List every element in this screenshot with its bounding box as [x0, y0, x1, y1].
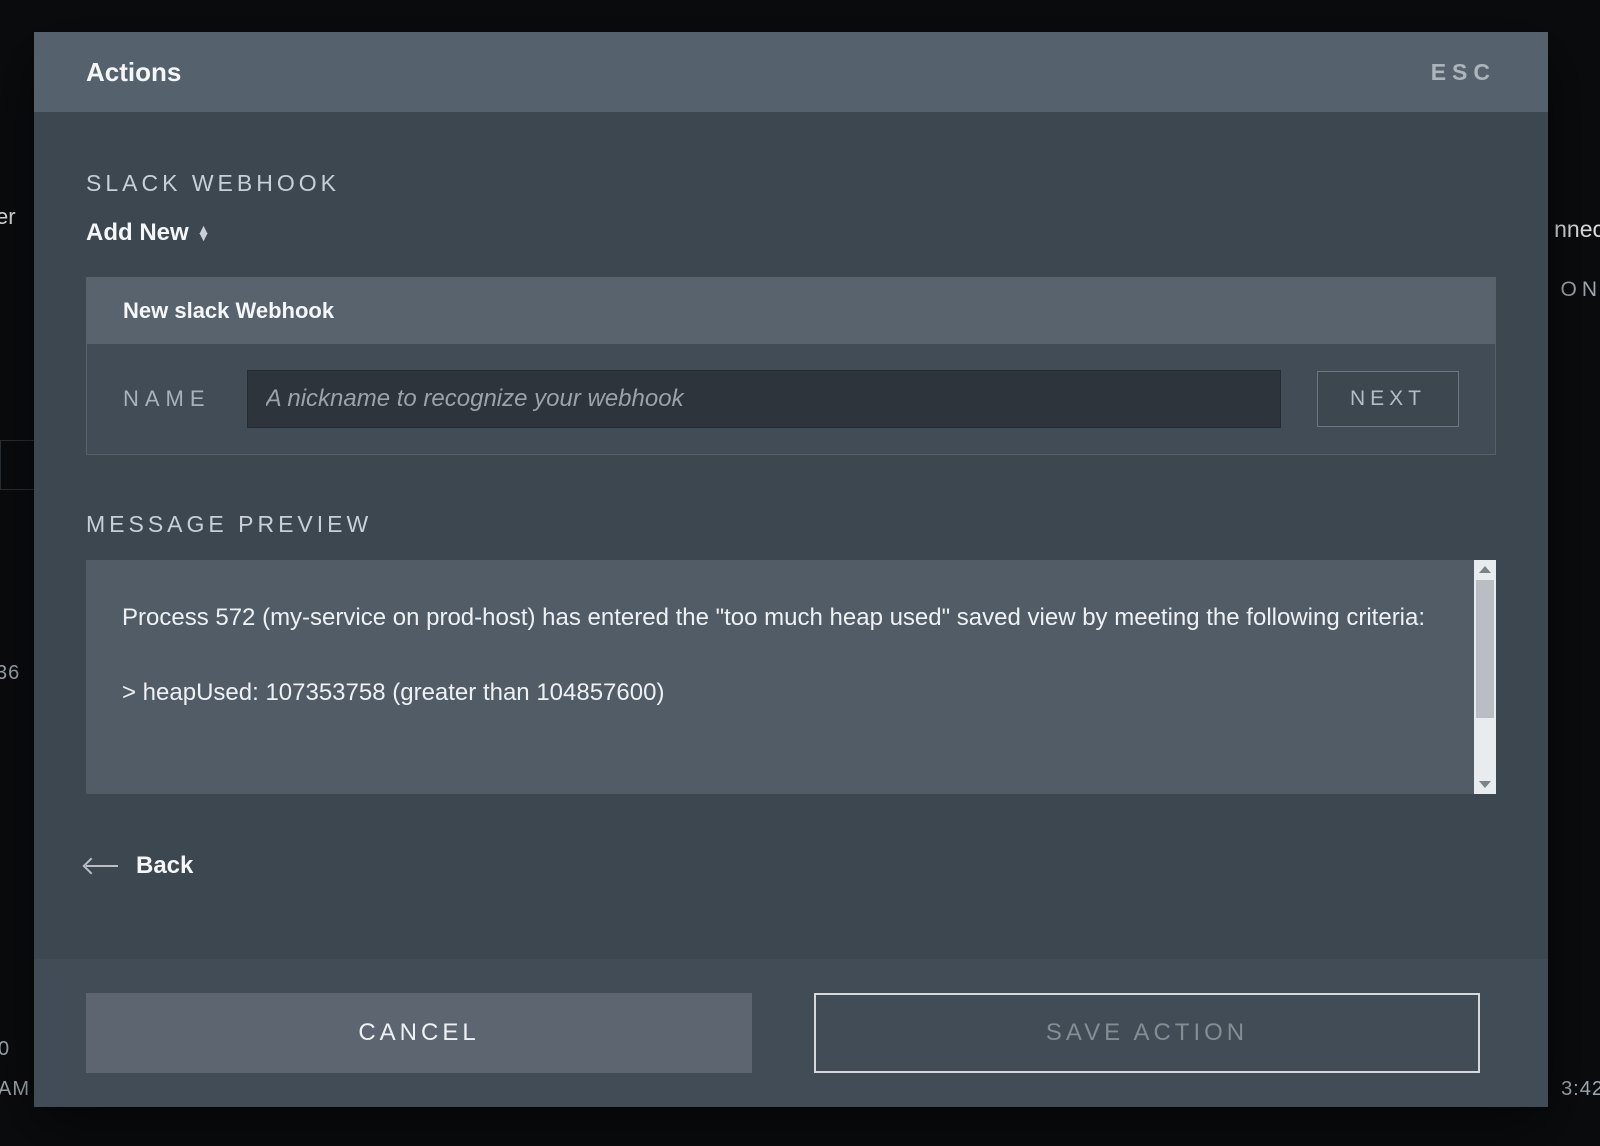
message-preview-box: Process 572 (my-service on prod-host) ha…: [86, 560, 1496, 794]
back-label: Back: [136, 852, 193, 880]
bg-time-fragment: AM: [0, 1078, 30, 1101]
next-button[interactable]: NEXT: [1317, 371, 1459, 427]
back-button[interactable]: Back: [86, 852, 1496, 880]
bg-number: 0: [0, 1038, 10, 1061]
modal-title: Actions: [86, 57, 181, 88]
actions-modal: Actions ESC SLACK WEBHOOK Add New ▲▼ New…: [34, 32, 1548, 1107]
close-esc-button[interactable]: ESC: [1431, 59, 1496, 86]
scroll-thumb[interactable]: [1476, 580, 1494, 718]
modal-body: SLACK WEBHOOK Add New ▲▼ New slack Webho…: [34, 112, 1548, 959]
bg-number: 36: [0, 662, 20, 685]
add-new-dropdown[interactable]: Add New ▲▼: [86, 219, 1496, 247]
name-field-label: NAME: [123, 386, 211, 412]
slack-webhook-label: SLACK WEBHOOK: [86, 170, 1496, 197]
scroll-up-icon[interactable]: [1479, 566, 1491, 573]
bg-box: [0, 440, 38, 490]
sort-icon: ▲▼: [197, 226, 211, 239]
webhook-name-input[interactable]: [247, 370, 1281, 428]
cancel-button[interactable]: CANCEL: [86, 993, 752, 1073]
bg-time-fragment: 3:42: [1561, 1078, 1600, 1101]
add-new-label: Add New: [86, 219, 189, 247]
new-webhook-card-body: NAME NEXT: [87, 344, 1495, 454]
preview-line: > heapUsed: 107353758 (greater than 1048…: [122, 671, 1460, 714]
message-preview-label: MESSAGE PREVIEW: [86, 511, 1496, 538]
new-webhook-card: New slack Webhook NAME NEXT: [86, 277, 1496, 455]
save-action-button[interactable]: SAVE ACTION: [814, 993, 1480, 1073]
bg-on-label: ON: [1561, 278, 1600, 302]
new-webhook-card-header: New slack Webhook: [87, 278, 1495, 344]
modal-header: Actions ESC: [34, 32, 1548, 112]
preview-line: Process 572 (my-service on prod-host) ha…: [122, 596, 1460, 639]
scroll-down-icon[interactable]: [1479, 781, 1491, 788]
bg-text-fragment: nnec: [1554, 216, 1600, 243]
arrow-left-icon: [86, 865, 118, 867]
bg-text-fragment: er: [0, 204, 16, 230]
preview-scrollbar[interactable]: [1474, 560, 1496, 794]
modal-footer: CANCEL SAVE ACTION: [34, 959, 1548, 1107]
